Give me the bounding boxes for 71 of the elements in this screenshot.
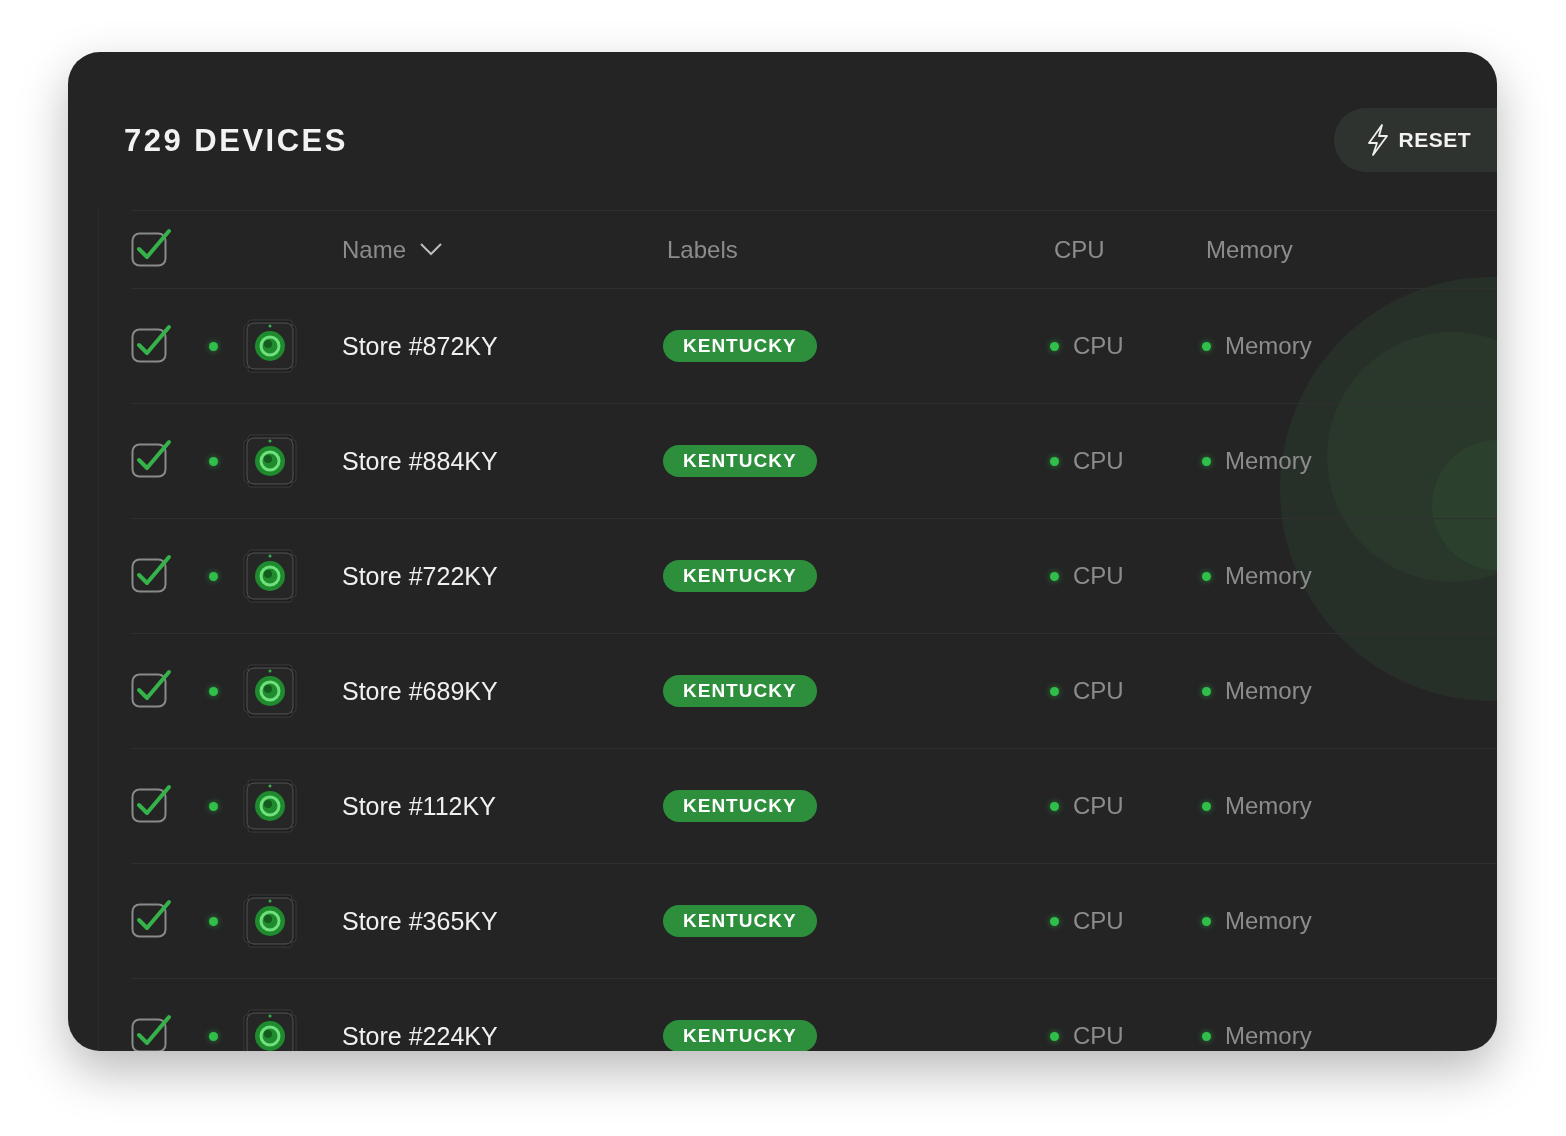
column-header[interactable]: Memory bbox=[1206, 235, 1293, 264]
label-tag: KENTUCKY bbox=[663, 330, 817, 362]
status-dot bbox=[1202, 801, 1211, 811]
reset-button[interactable]: RESET bbox=[1334, 108, 1497, 172]
device-name[interactable]: Store #112KY bbox=[342, 791, 663, 821]
cpu-text: CPU bbox=[1073, 677, 1124, 705]
device-name[interactable]: Store #365KY bbox=[342, 906, 663, 936]
memory-text: Memory bbox=[1225, 332, 1312, 360]
status-dot bbox=[209, 456, 218, 466]
status-dot bbox=[1202, 686, 1211, 696]
status-dot bbox=[1050, 686, 1059, 696]
label-tag: KENTUCKY bbox=[663, 790, 817, 822]
status-dot bbox=[1050, 341, 1059, 351]
status-dot bbox=[209, 1031, 218, 1041]
device-icon bbox=[243, 319, 297, 373]
status-dot bbox=[1050, 1031, 1059, 1041]
checkbox[interactable] bbox=[131, 438, 173, 478]
checkbox[interactable] bbox=[131, 1013, 173, 1051]
status-dot bbox=[1050, 916, 1059, 926]
label-tag: KENTUCKY bbox=[663, 905, 817, 937]
device-name[interactable]: Store #884KY bbox=[342, 446, 663, 476]
cpu-text: CPU bbox=[1073, 562, 1124, 590]
status-dot bbox=[1202, 916, 1211, 926]
memory-text: Memory bbox=[1225, 677, 1312, 705]
checkbox[interactable] bbox=[131, 898, 173, 938]
column-header[interactable]: Labels bbox=[667, 235, 738, 264]
checkbox[interactable] bbox=[131, 226, 173, 267]
status-dot bbox=[1202, 1031, 1211, 1041]
checkbox[interactable] bbox=[131, 668, 173, 708]
device-name[interactable]: Store #722KY bbox=[342, 561, 663, 591]
status-dot bbox=[1050, 801, 1059, 811]
column-header[interactable]: CPU bbox=[1054, 235, 1105, 264]
device-icon bbox=[243, 434, 297, 488]
device-name[interactable]: Store #689KY bbox=[342, 676, 663, 706]
device-icon bbox=[243, 664, 297, 718]
memory-text: Memory bbox=[1225, 792, 1312, 820]
lightning-icon bbox=[1366, 124, 1391, 156]
label-tag: KENTUCKY bbox=[663, 1020, 817, 1051]
checkbox[interactable] bbox=[131, 553, 173, 593]
cpu-text: CPU bbox=[1073, 332, 1124, 360]
memory-text: Memory bbox=[1225, 1022, 1312, 1050]
status-dot bbox=[209, 341, 218, 351]
label-tag: KENTUCKY bbox=[663, 675, 817, 707]
checkbox[interactable] bbox=[131, 783, 173, 823]
status-dot bbox=[209, 686, 218, 696]
devices-title: 729 DEVICES bbox=[124, 123, 348, 159]
cpu-text: CPU bbox=[1073, 792, 1124, 820]
cpu-text: CPU bbox=[1073, 1022, 1124, 1050]
checkbox[interactable] bbox=[131, 323, 173, 363]
status-dot bbox=[209, 916, 218, 926]
status-dot bbox=[1050, 456, 1059, 466]
device-icon bbox=[243, 894, 297, 948]
label-tag: KENTUCKY bbox=[663, 560, 817, 592]
cpu-text: CPU bbox=[1073, 447, 1124, 475]
status-dot bbox=[1050, 571, 1059, 581]
memory-text: Memory bbox=[1225, 562, 1312, 590]
status-dot bbox=[1202, 341, 1211, 351]
cpu-text: CPU bbox=[1073, 907, 1124, 935]
status-dot bbox=[1202, 456, 1211, 466]
device-name[interactable]: Store #224KY bbox=[342, 1021, 663, 1051]
status-dot bbox=[209, 801, 218, 811]
caret-icon bbox=[420, 243, 443, 256]
device-name[interactable]: Store #872KY bbox=[342, 331, 663, 361]
status-dot bbox=[1202, 571, 1211, 581]
status-dot bbox=[209, 571, 218, 581]
column-header[interactable]: Name bbox=[342, 235, 443, 264]
memory-text: Memory bbox=[1225, 447, 1312, 475]
memory-text: Memory bbox=[1225, 907, 1312, 935]
device-icon bbox=[243, 779, 297, 833]
label-tag: KENTUCKY bbox=[663, 445, 817, 477]
device-icon bbox=[243, 549, 297, 603]
